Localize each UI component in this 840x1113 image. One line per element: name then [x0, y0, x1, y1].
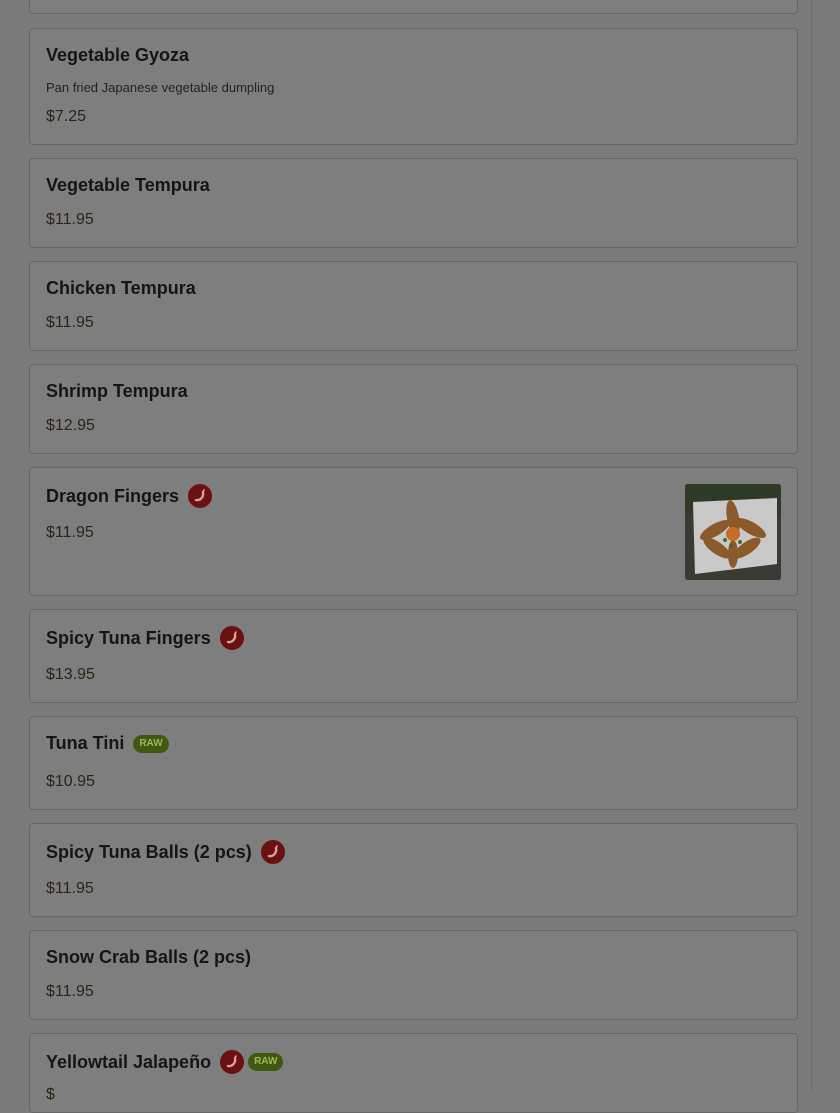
item-title: Dragon Fingers: [46, 484, 213, 508]
item-price: $11.95: [46, 880, 94, 897]
item-name: Shrimp Tempura: [46, 381, 188, 401]
raw-badge: RAW: [133, 734, 169, 753]
item-price: $11.95: [46, 983, 94, 1000]
item-price: $7.25: [46, 108, 87, 125]
menu-item-card[interactable]: Shrimp Tempura $12.95: [29, 364, 798, 454]
chili-pepper-icon: [260, 840, 285, 864]
menu-item-card[interactable]: Yellowtail Jalapeño RAW $: [29, 1033, 798, 1113]
item-title: Spicy Tuna Fingers: [46, 626, 244, 650]
menu-item-card-partial[interactable]: [29, 0, 798, 14]
item-title: Vegetable Gyoza: [46, 45, 189, 66]
item-price: $11.95: [46, 211, 94, 228]
menu-item-card[interactable]: Tuna Tini RAW $10.95: [29, 716, 798, 810]
item-title: Vegetable Tempura: [46, 175, 210, 196]
item-price: $10.95: [46, 773, 95, 790]
menu-item-card[interactable]: Spicy Tuna Fingers $13.95: [29, 609, 798, 703]
chili-pepper-icon: [219, 626, 244, 650]
menu-item-card[interactable]: Snow Crab Balls (2 pcs) $11.95: [29, 930, 798, 1020]
raw-badge: RAW: [248, 1053, 284, 1071]
item-title: Tuna Tini RAW: [46, 733, 169, 754]
item-name: Vegetable Tempura: [46, 175, 210, 195]
menu-item-card[interactable]: Spicy Tuna Balls (2 pcs) $11.95: [29, 823, 798, 917]
page-right-gutter: [811, 0, 840, 1091]
item-price: $11.95: [46, 314, 94, 331]
item-title: Chicken Tempura: [46, 278, 196, 299]
menu-item-card[interactable]: Vegetable Gyoza Pan fried Japanese veget…: [29, 28, 798, 145]
item-price: $12.95: [46, 417, 95, 434]
item-name: Yellowtail Jalapeño: [46, 1051, 212, 1072]
item-name: Dragon Fingers: [46, 485, 180, 506]
item-price: $13.95: [46, 666, 95, 683]
item-description: Pan fried Japanese vegetable dumpling: [46, 80, 275, 95]
item-title: Yellowtail Jalapeño RAW: [46, 1050, 284, 1074]
item-name: Spicy Tuna Balls (2 pcs): [46, 841, 252, 862]
menu-item-card[interactable]: Dragon Fingers $11.95: [29, 467, 798, 596]
item-name: Snow Crab Balls (2 pcs): [46, 947, 252, 967]
menu-page: Vegetable Gyoza Pan fried Japanese veget…: [0, 0, 811, 1113]
menu-item-card[interactable]: Vegetable Tempura $11.95: [29, 158, 798, 248]
item-price: $11.95: [46, 524, 94, 541]
item-title: Shrimp Tempura: [46, 381, 188, 402]
item-name: Vegetable Gyoza: [46, 45, 190, 65]
item-name: Chicken Tempura: [46, 278, 196, 298]
chili-pepper-icon: [188, 484, 213, 508]
item-name: Tuna Tini: [46, 733, 125, 753]
menu-item-card[interactable]: Chicken Tempura $11.95: [29, 261, 798, 351]
item-name: Spicy Tuna Fingers: [46, 627, 211, 648]
item-title: Spicy Tuna Balls (2 pcs): [46, 840, 285, 864]
item-price: $: [46, 1086, 55, 1103]
item-title: Snow Crab Balls (2 pcs): [46, 947, 251, 968]
chili-pepper-icon: [220, 1050, 245, 1074]
dish-photo[interactable]: [685, 484, 781, 580]
